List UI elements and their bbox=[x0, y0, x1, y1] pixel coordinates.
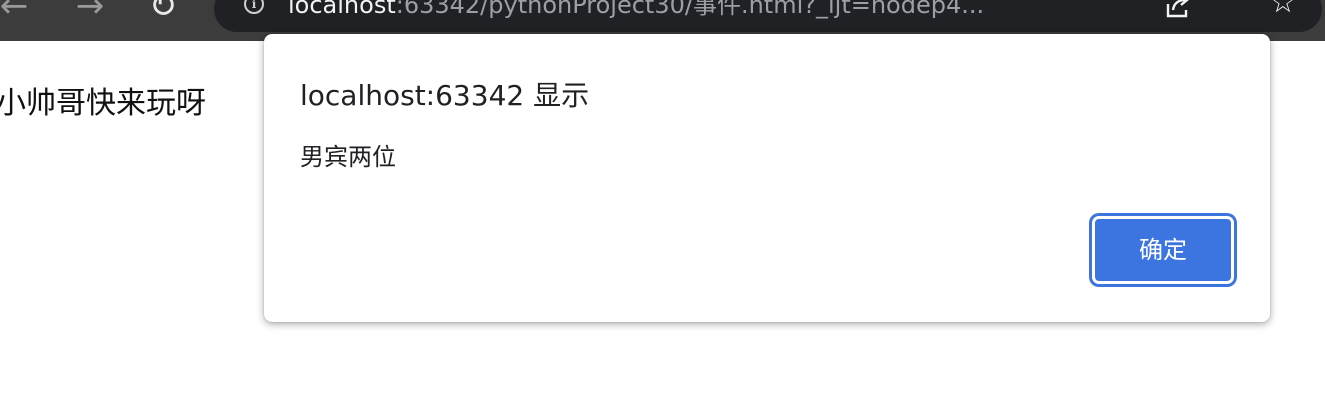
ok-button[interactable]: 确定 bbox=[1092, 216, 1234, 284]
page-body-text: 小帅哥快来玩呀 bbox=[0, 86, 206, 121]
reload-icon[interactable]: ↻ bbox=[143, 0, 183, 26]
url-host: localhost bbox=[288, 0, 396, 19]
alert-dialog: localhost:63342 显示 男宾两位 确定 bbox=[264, 34, 1270, 322]
info-circle-icon[interactable]: i bbox=[244, 0, 264, 14]
dialog-message: 男宾两位 bbox=[300, 143, 396, 171]
url-path: :63342/pythonProject30/事件.html?_ijt=node… bbox=[395, 0, 985, 19]
dialog-title: localhost:63342 显示 bbox=[300, 79, 590, 112]
url-text[interactable]: localhost:63342/pythonProject30/事件.html?… bbox=[288, 0, 1168, 20]
arrow-left-icon[interactable]: ← bbox=[0, 0, 34, 26]
arrow-right-icon[interactable]: → bbox=[70, 0, 110, 26]
share-icon[interactable] bbox=[1164, 0, 1192, 20]
address-bar[interactable]: i localhost:63342/pythonProject30/事件.htm… bbox=[214, 0, 1322, 32]
star-icon[interactable]: ☆ bbox=[1266, 0, 1300, 20]
